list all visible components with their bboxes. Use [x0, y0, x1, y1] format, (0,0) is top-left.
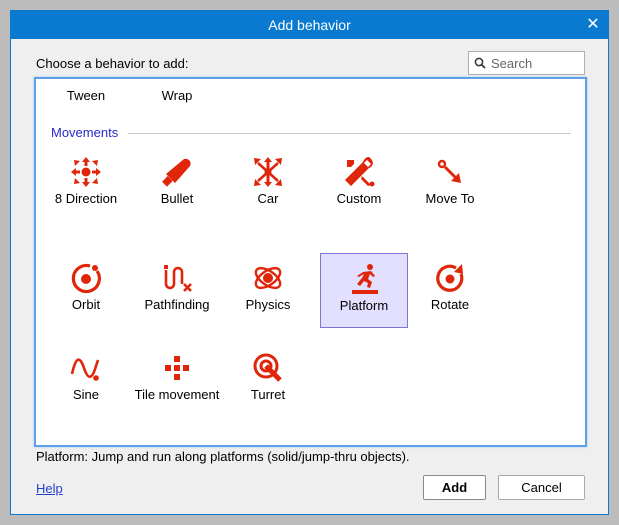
car-icon — [254, 157, 282, 187]
behavior-label: Physics — [245, 297, 291, 312]
dialog-title: Add behavior — [268, 17, 351, 33]
section-label-movements: Movements — [51, 125, 119, 140]
custom-wrench-icon — [345, 157, 375, 187]
help-link[interactable]: Help — [36, 481, 63, 496]
behavior-item-tile-movement[interactable]: Tile movement — [133, 343, 221, 433]
section-divider — [128, 133, 571, 134]
behavior-label: Rotate — [430, 297, 470, 312]
sine-icon — [70, 358, 100, 381]
behavior-item-move-to[interactable]: Move To — [406, 147, 494, 237]
add-behavior-dialog: Add behavior ✕ Choose a behavior to add:… — [10, 10, 609, 515]
physics-icon — [254, 266, 282, 290]
behavior-label: Pathfinding — [144, 297, 210, 312]
tile-movement-icon — [165, 356, 189, 380]
bullet-icon — [162, 158, 191, 187]
behavior-label: Tile movement — [134, 387, 220, 402]
behavior-item-wrap[interactable]: Wrap — [133, 88, 221, 103]
turret-icon — [253, 353, 282, 382]
choose-prompt: Choose a behavior to add: — [36, 56, 189, 71]
move-to-icon — [437, 159, 461, 183]
rotate-icon — [436, 264, 464, 292]
behavior-item-sine[interactable]: Sine — [42, 343, 130, 433]
behavior-item-custom[interactable]: Custom — [315, 147, 403, 237]
behavior-label: Turret — [250, 387, 286, 402]
eight-direction-icon — [71, 157, 101, 187]
behavior-label: Car — [257, 191, 279, 206]
behavior-item-pathfinding[interactable]: Pathfinding — [133, 253, 221, 328]
behavior-label: Sine — [72, 387, 100, 402]
orbit-icon — [71, 263, 101, 294]
behavior-label: Orbit — [71, 297, 101, 312]
behavior-label: Platform — [339, 298, 389, 313]
add-button[interactable]: Add — [423, 475, 486, 500]
behavior-item-platform[interactable]: Platform — [320, 253, 408, 328]
title-bar: Add behavior ✕ — [11, 11, 608, 39]
behavior-item-8-direction[interactable]: 8 Direction — [42, 147, 130, 237]
behavior-label: Custom — [336, 191, 382, 206]
behavior-item-tween[interactable]: Tween — [42, 88, 130, 103]
search-box[interactable] — [468, 51, 585, 75]
behavior-label: 8 Direction — [54, 191, 118, 206]
search-input[interactable] — [489, 54, 581, 72]
platform-icon — [352, 264, 378, 294]
behavior-item-physics[interactable]: Physics — [224, 253, 312, 328]
behavior-item-orbit[interactable]: Orbit — [42, 253, 130, 328]
cancel-button[interactable]: Cancel — [498, 475, 585, 500]
behavior-label: Bullet — [160, 191, 194, 206]
behavior-item-turret[interactable]: Turret — [224, 343, 312, 433]
search-icon — [474, 57, 486, 69]
behavior-item-car[interactable]: Car — [224, 147, 312, 237]
behavior-list[interactable]: Tween Wrap Movements 8 Direction Bullet … — [34, 77, 587, 447]
behavior-label: Move To — [425, 191, 475, 206]
close-icon[interactable]: ✕ — [582, 14, 604, 36]
pathfinding-icon — [164, 265, 192, 292]
behavior-item-bullet[interactable]: Bullet — [133, 147, 221, 237]
behavior-description: Platform: Jump and run along platforms (… — [36, 449, 410, 464]
behavior-item-rotate[interactable]: Rotate — [406, 253, 494, 328]
